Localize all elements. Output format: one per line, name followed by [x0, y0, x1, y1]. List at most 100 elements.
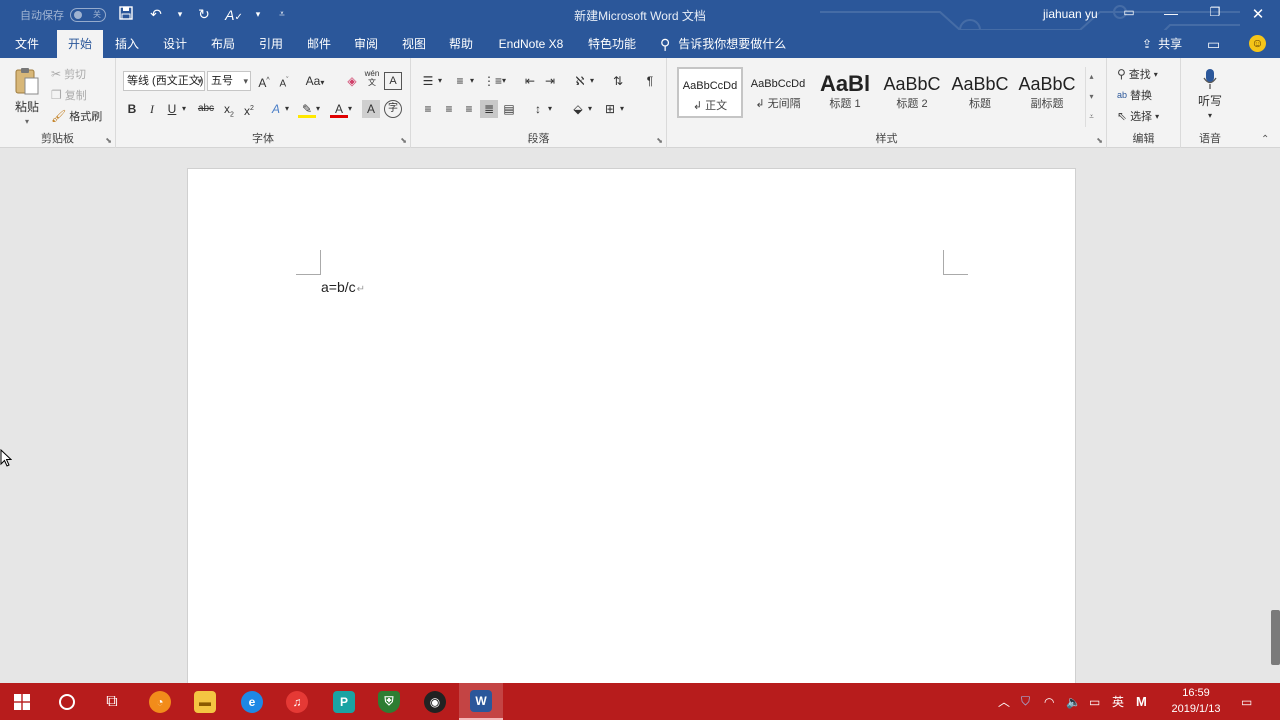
styles-launcher-icon[interactable]: ⬊: [1096, 136, 1103, 145]
tab-design[interactable]: 设计: [156, 30, 194, 58]
strikethrough-icon[interactable]: abc: [195, 100, 217, 118]
align-center-icon[interactable]: ≡: [440, 100, 458, 118]
tab-insert[interactable]: 插入: [108, 30, 146, 58]
font-size-select[interactable]: 五号: [207, 71, 251, 91]
decrease-indent-icon[interactable]: ⇤: [521, 72, 539, 90]
phonetic-guide-icon[interactable]: wén 文: [363, 69, 381, 87]
select-dropdown-icon[interactable]: ▾: [1155, 112, 1159, 121]
tray-m-icon[interactable]: M: [1136, 683, 1147, 720]
taskbar-app-obs[interactable]: ◉: [413, 683, 457, 720]
tray-volume-icon[interactable]: 🔈: [1066, 683, 1081, 720]
font-family-select[interactable]: 等线 (西文正文): [123, 71, 205, 91]
taskbar-app-edge[interactable]: e: [230, 683, 274, 720]
show-hidden-icons[interactable]: ︿: [998, 683, 1010, 720]
find-dropdown-icon[interactable]: ▾: [1154, 70, 1158, 79]
cut-button[interactable]: ✂ 剪切: [51, 66, 86, 82]
tray-battery-icon[interactable]: ▭: [1089, 683, 1100, 720]
style-title[interactable]: AaBbC 标题: [947, 67, 1013, 118]
style-subtitle[interactable]: AaBbC 副标题: [1014, 67, 1080, 118]
character-border-icon[interactable]: A: [384, 72, 402, 90]
tab-mailings[interactable]: 邮件: [300, 30, 338, 58]
tell-me-box[interactable]: ⚲ 告诉我你想要做什么: [660, 30, 786, 58]
borders-dropdown-icon[interactable]: ▾: [617, 100, 627, 118]
bold-icon[interactable]: B: [123, 100, 141, 118]
style-normal[interactable]: AaBbCcDd ↲ 正文: [677, 67, 743, 118]
action-center-button[interactable]: ▭: [1241, 683, 1252, 720]
comments-icon[interactable]: ▭: [1207, 36, 1220, 53]
tray-network-icon[interactable]: ◠: [1044, 683, 1054, 720]
minimize-icon[interactable]: —: [1159, 5, 1183, 21]
grow-font-icon[interactable]: A^: [255, 72, 273, 90]
justify-icon[interactable]: ≣: [480, 100, 498, 118]
format-painter-button[interactable]: 🖌 格式刷: [51, 108, 102, 124]
paste-button[interactable]: 粘贴 ▾: [12, 66, 42, 126]
tab-view[interactable]: 视图: [395, 30, 433, 58]
dictate-dropdown-icon[interactable]: ▾: [1208, 111, 1212, 120]
taskbar-app-security[interactable]: ⛨: [367, 683, 411, 720]
tab-help[interactable]: 帮助: [442, 30, 480, 58]
highlight-dropdown-icon[interactable]: ▾: [313, 100, 323, 118]
multilevel-dropdown-icon[interactable]: ▾: [499, 72, 509, 90]
chinese-layout-dropdown-icon[interactable]: ▾: [587, 72, 597, 90]
numbering-dropdown-icon[interactable]: ▾: [467, 72, 477, 90]
gallery-more-icon[interactable]: ⩡: [1089, 112, 1094, 122]
shading-dropdown-icon[interactable]: ▾: [585, 100, 595, 118]
close-icon[interactable]: ✕: [1246, 5, 1270, 23]
taskbar-clock[interactable]: 16:59 2019/1/13: [1160, 685, 1232, 717]
gallery-down-icon[interactable]: ▾: [1089, 92, 1093, 101]
italic-icon[interactable]: I: [143, 100, 161, 118]
ribbon-display-options-icon[interactable]: ▭: [1117, 5, 1141, 19]
style-heading-2[interactable]: AaBbC 标题 2: [879, 67, 945, 118]
shrink-font-icon[interactable]: Aˇ: [275, 72, 293, 90]
paste-dropdown-icon[interactable]: ▾: [25, 117, 29, 126]
copy-button[interactable]: ❐ 复制: [51, 87, 87, 103]
smiley-feedback-icon[interactable]: ☺: [1249, 35, 1266, 52]
enclose-characters-icon[interactable]: 字: [384, 100, 402, 118]
font-color-dropdown-icon[interactable]: ▾: [345, 100, 355, 118]
show-marks-icon[interactable]: ¶: [641, 72, 659, 90]
gallery-up-icon[interactable]: ▴: [1089, 72, 1093, 81]
select-button[interactable]: ⇖ 选择 ▾: [1117, 108, 1159, 124]
document-paragraph[interactable]: a=b/c↵: [321, 279, 365, 295]
clear-formatting-icon[interactable]: ◈: [343, 72, 361, 90]
dictate-button[interactable]: 听写 ▾: [1198, 68, 1222, 120]
tab-special-features[interactable]: 特色功能: [584, 30, 640, 58]
underline-dropdown-icon[interactable]: ▾: [179, 100, 189, 118]
taskbar-app-p[interactable]: P: [322, 683, 366, 720]
taskbar-app-netease-music[interactable]: ♫: [275, 683, 319, 720]
paragraph-launcher-icon[interactable]: ⬊: [656, 136, 663, 145]
tab-layout[interactable]: 布局: [204, 30, 242, 58]
character-shading-icon[interactable]: A: [362, 100, 380, 118]
tab-endnote[interactable]: EndNote X8: [492, 30, 570, 58]
align-left-icon[interactable]: ≡: [419, 100, 437, 118]
align-right-icon[interactable]: ≡: [460, 100, 478, 118]
taskbar-app-file-explorer[interactable]: ▬: [183, 683, 227, 720]
style-heading-1[interactable]: AaBl 标题 1: [812, 67, 878, 118]
change-case-button[interactable]: Aa▾: [301, 72, 329, 90]
bullets-dropdown-icon[interactable]: ▾: [435, 72, 445, 90]
task-view-button[interactable]: ⧉: [90, 683, 134, 720]
share-button[interactable]: ⇪ 共享: [1142, 30, 1182, 58]
tab-home[interactable]: 开始: [57, 30, 103, 58]
collapse-ribbon-icon[interactable]: ⌃: [1261, 134, 1269, 145]
vertical-scrollbar[interactable]: [1271, 610, 1280, 665]
text-effects-dropdown-icon[interactable]: ▾: [282, 100, 292, 118]
restore-icon[interactable]: ❐: [1203, 5, 1227, 19]
start-button[interactable]: [0, 683, 44, 720]
increase-indent-icon[interactable]: ⇥: [541, 72, 559, 90]
font-launcher-icon[interactable]: ⬊: [400, 136, 407, 145]
document-page[interactable]: a=b/c↵: [187, 168, 1076, 688]
find-button[interactable]: ⚲ 查找 ▾: [1117, 66, 1158, 82]
sort-icon[interactable]: ⇅: [609, 72, 627, 90]
tray-security-icon[interactable]: ⛉: [1021, 683, 1030, 720]
superscript-icon[interactable]: x2: [240, 100, 258, 118]
tab-file[interactable]: 文件: [8, 30, 46, 58]
taskbar-app-browser-orange[interactable]: ◔: [138, 683, 182, 720]
ime-indicator[interactable]: 英: [1112, 683, 1124, 720]
replace-button[interactable]: ab 替换: [1117, 87, 1152, 103]
distributed-icon[interactable]: ▤: [500, 100, 518, 118]
cortana-button[interactable]: [45, 683, 89, 720]
clipboard-launcher-icon[interactable]: ⬊: [105, 136, 112, 145]
user-name[interactable]: jiahuan yu: [1043, 7, 1098, 21]
style-no-spacing[interactable]: AaBbCcDd ↲ 无间隔: [745, 67, 811, 118]
